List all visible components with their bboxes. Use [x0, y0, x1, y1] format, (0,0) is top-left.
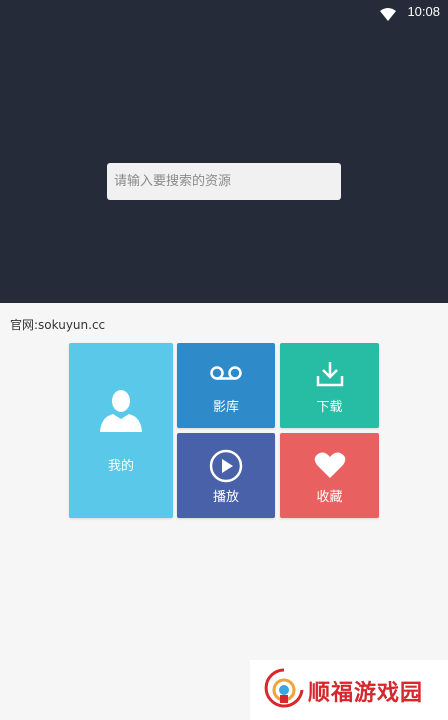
- tile-download-label: 下载: [316, 400, 343, 415]
- tile-library-label: 影库: [212, 400, 239, 415]
- play-icon: [209, 449, 243, 487]
- heart-icon: [314, 451, 346, 483]
- tile-download[interactable]: 下载: [280, 343, 379, 428]
- watermark-logo-icon: [262, 666, 306, 716]
- user-icon: [98, 388, 144, 436]
- search-box[interactable]: [107, 163, 341, 200]
- tile-favorites-label: 收藏: [316, 490, 343, 505]
- wifi-icon: [380, 6, 396, 25]
- search-input[interactable]: [114, 163, 341, 200]
- download-icon: [316, 361, 344, 391]
- status-bar: 10:08: [0, 0, 448, 24]
- tile-library[interactable]: 影库: [177, 343, 275, 428]
- tile-play[interactable]: 播放: [177, 433, 275, 518]
- watermark: 顺福游戏园: [250, 660, 448, 720]
- voicemail-icon: [209, 365, 243, 385]
- status-time: 10:08: [407, 4, 440, 19]
- tile-mine[interactable]: 我的: [69, 343, 173, 518]
- header-area: [0, 0, 448, 303]
- watermark-text: 顺福游戏园: [308, 681, 424, 706]
- official-site-text: 官网:sokuyun.cc: [10, 318, 106, 332]
- tile-mine-label: 我的: [107, 459, 134, 474]
- tile-favorites[interactable]: 收藏: [280, 433, 379, 518]
- tile-play-label: 播放: [212, 490, 239, 505]
